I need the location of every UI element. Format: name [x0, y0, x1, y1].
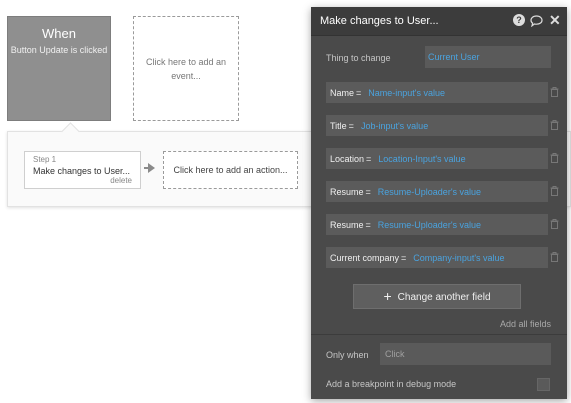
- trash-icon[interactable]: [550, 153, 559, 163]
- thing-to-change-field[interactable]: Current User: [425, 46, 551, 68]
- field-row-location[interactable]: Location = Location-Input's value: [326, 148, 548, 169]
- thing-to-change-label: Thing to change: [326, 53, 391, 63]
- field-value: Resume-Uploader's value: [377, 187, 482, 197]
- panel-title: Make changes to User...: [320, 15, 439, 27]
- change-another-field-label: Change another field: [397, 292, 491, 303]
- field-key: Current company: [330, 253, 400, 263]
- trash-icon[interactable]: [550, 186, 559, 196]
- field-value: Job-input's value: [360, 121, 429, 131]
- field-equals: =: [401, 253, 407, 263]
- field-key: Name: [330, 88, 355, 98]
- step-number: Step 1: [33, 155, 57, 164]
- trash-icon[interactable]: [550, 252, 559, 262]
- trash-icon[interactable]: [550, 120, 559, 130]
- field-equals: =: [348, 121, 354, 131]
- field-equals: =: [366, 154, 372, 164]
- breakpoint-label: Add a breakpoint in debug mode: [326, 379, 457, 389]
- trash-icon[interactable]: [550, 87, 559, 97]
- add-action-button[interactable]: Click here to add an action...: [163, 151, 298, 189]
- field-equals: =: [356, 88, 362, 98]
- arrow-right-icon: [148, 163, 155, 173]
- step-card[interactable]: Step 1 Make changes to User... delete: [24, 151, 141, 189]
- field-equals: =: [365, 187, 371, 197]
- field-value: Resume-Uploader's value: [377, 220, 482, 230]
- field-key: Resume: [330, 220, 364, 230]
- event-description: Button Update is clicked: [10, 45, 108, 55]
- help-icon[interactable]: ?: [513, 14, 525, 26]
- field-key: Location: [330, 154, 365, 164]
- field-row-resume-2[interactable]: Resume = Resume-Uploader's value: [326, 214, 548, 235]
- add-event-button[interactable]: Click here to add an event...: [133, 16, 239, 121]
- field-row-current-company[interactable]: Current company = Company-input's value: [326, 247, 548, 268]
- panel-header[interactable]: Make changes to User... ? ✕: [311, 7, 567, 36]
- step-delete-link[interactable]: delete: [110, 176, 132, 185]
- panel-divider: [311, 334, 567, 335]
- close-icon[interactable]: ✕: [549, 13, 561, 27]
- field-key: Title: [330, 121, 347, 131]
- only-when-input[interactable]: Click: [380, 343, 551, 365]
- add-all-fields-link[interactable]: Add all fields: [500, 319, 551, 329]
- breakpoint-checkbox[interactable]: [537, 378, 550, 391]
- actions-bar-notch: [61, 122, 80, 141]
- trash-icon[interactable]: [550, 219, 559, 229]
- field-value: Company-input's value: [413, 253, 505, 263]
- plus-icon: +: [383, 288, 392, 304]
- field-row-title[interactable]: Title = Job-input's value: [326, 115, 548, 136]
- step-action-name: Make changes to User...: [33, 166, 131, 176]
- change-another-field-button[interactable]: + Change another field: [353, 284, 521, 309]
- event-block-title: When: [42, 26, 76, 41]
- field-equals: =: [365, 220, 371, 230]
- only-when-label: Only when: [326, 350, 369, 360]
- comment-icon[interactable]: [530, 14, 543, 28]
- field-row-resume[interactable]: Resume = Resume-Uploader's value: [326, 181, 548, 202]
- event-block[interactable]: When Button Update is clicked: [7, 16, 111, 121]
- field-key: Resume: [330, 187, 364, 197]
- field-value: Location-Input's value: [378, 154, 466, 164]
- action-property-panel: Make changes to User... ? ✕ Thing to cha…: [311, 7, 567, 399]
- field-row-name[interactable]: Name = Name-input's value: [326, 82, 548, 103]
- field-value: Name-input's value: [368, 88, 446, 98]
